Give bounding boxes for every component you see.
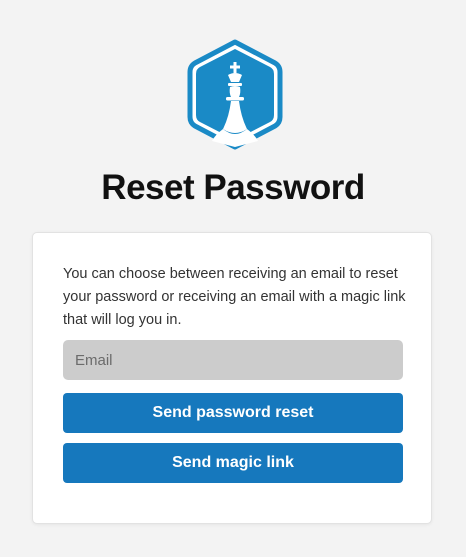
description-text: You can choose between receiving an emai… [63, 266, 406, 328]
reset-card: You can choose between receiving an emai… [32, 232, 432, 524]
send-magic-link-button[interactable]: Send magic link [63, 443, 403, 483]
chess-king-icon [187, 39, 283, 150]
page-title: Reset Password [101, 168, 365, 207]
email-input[interactable] [63, 340, 403, 380]
logo [183, 37, 287, 152]
send-password-reset-button[interactable]: Send password reset [63, 393, 403, 433]
